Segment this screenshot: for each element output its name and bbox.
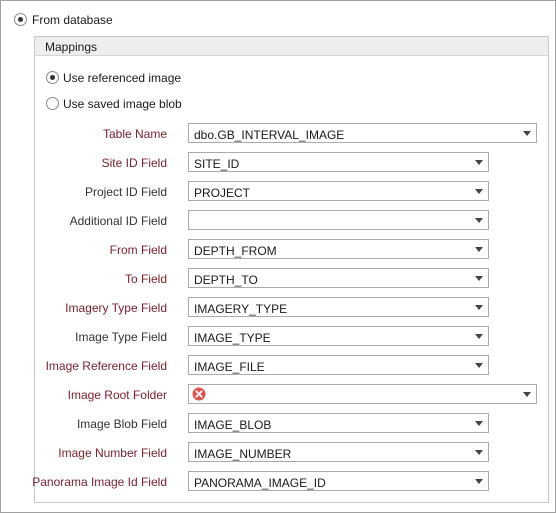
image-reference-field-combo[interactable]: IMAGE_FILE [188, 355, 489, 375]
image-root-folder-label: Image Root Folder [67, 388, 167, 402]
chevron-down-icon[interactable] [475, 363, 483, 368]
image-type-field-value: IMAGE_TYPE [194, 331, 271, 345]
image-reference-field-label: Image Reference Field [45, 359, 167, 373]
additional-id-field-label: Additional ID Field [69, 214, 167, 228]
chevron-down-icon[interactable] [475, 247, 483, 252]
imagery-type-field-label: Imagery Type Field [65, 301, 167, 315]
from-database-label[interactable]: From database [32, 13, 113, 27]
mappings-title: Mappings [45, 40, 98, 54]
from-database-radio[interactable] [14, 13, 27, 26]
site-id-field-value: SITE_ID [194, 157, 240, 171]
additional-id-field-combo[interactable] [188, 210, 489, 230]
data-source-panel: From database Mappings Use referenced im… [0, 0, 556, 513]
image-root-folder-combo[interactable] [188, 384, 537, 404]
mappings-group: Mappings Use referenced image Use saved … [32, 36, 549, 503]
chevron-down-icon[interactable] [475, 334, 483, 339]
image-blob-field-label: Image Blob Field [76, 417, 167, 431]
site-id-field-label: Site ID Field [101, 156, 167, 170]
from-field-combo[interactable]: DEPTH_FROM [188, 239, 489, 259]
use-saved-image-blob-label[interactable]: Use saved image blob [63, 97, 182, 111]
image-number-field-label: Image Number Field [58, 446, 167, 460]
chevron-down-icon[interactable] [475, 421, 483, 426]
site-id-field-combo[interactable]: SITE_ID [188, 152, 489, 172]
image-blob-field-combo[interactable]: IMAGE_BLOB [188, 413, 489, 433]
table-name-label: Table Name [102, 127, 167, 141]
chevron-down-icon[interactable] [475, 160, 483, 165]
project-id-field-value: PROJECT [194, 186, 251, 200]
panorama-image-id-field-value: PANORAMA_IMAGE_ID [194, 476, 326, 490]
imagery-type-field-combo[interactable]: IMAGERY_TYPE [188, 297, 489, 317]
from-field-value: DEPTH_FROM [194, 244, 277, 258]
image-type-field-label: Image Type Field [75, 330, 167, 344]
table-name-combo[interactable]: dbo.GB_INTERVAL_IMAGE [188, 123, 537, 143]
use-referenced-image-radio[interactable] [46, 71, 59, 84]
project-id-field-label: Project ID Field [84, 185, 167, 199]
chevron-down-icon[interactable] [475, 450, 483, 455]
chevron-down-icon[interactable] [523, 392, 531, 397]
image-blob-field-value: IMAGE_BLOB [194, 418, 272, 432]
panorama-image-id-field-combo[interactable]: PANORAMA_IMAGE_ID [188, 471, 489, 491]
image-number-field-value: IMAGE_NUMBER [194, 447, 292, 461]
chevron-down-icon[interactable] [475, 479, 483, 484]
use-referenced-image-label[interactable]: Use referenced image [63, 71, 181, 85]
panorama-image-id-field-label: Panorama Image Id Field [32, 475, 167, 489]
image-number-field-combo[interactable]: IMAGE_NUMBER [188, 442, 489, 462]
imagery-type-field-value: IMAGERY_TYPE [194, 302, 288, 316]
to-field-combo[interactable]: DEPTH_TO [188, 268, 489, 288]
to-field-value: DEPTH_TO [194, 273, 258, 287]
to-field-label: To Field [124, 272, 167, 286]
chevron-down-icon[interactable] [475, 276, 483, 281]
table-name-value: dbo.GB_INTERVAL_IMAGE [194, 128, 345, 142]
image-type-field-combo[interactable]: IMAGE_TYPE [188, 326, 489, 346]
from-field-label: From Field [109, 243, 167, 257]
chevron-down-icon[interactable] [475, 305, 483, 310]
chevron-down-icon[interactable] [475, 218, 483, 223]
use-saved-image-blob-radio[interactable] [46, 97, 59, 110]
project-id-field-combo[interactable]: PROJECT [188, 181, 489, 201]
chevron-down-icon[interactable] [475, 189, 483, 194]
mappings-header: Mappings [35, 37, 548, 56]
error-icon [192, 387, 206, 401]
chevron-down-icon[interactable] [523, 131, 531, 136]
image-reference-field-value: IMAGE_FILE [194, 360, 265, 374]
